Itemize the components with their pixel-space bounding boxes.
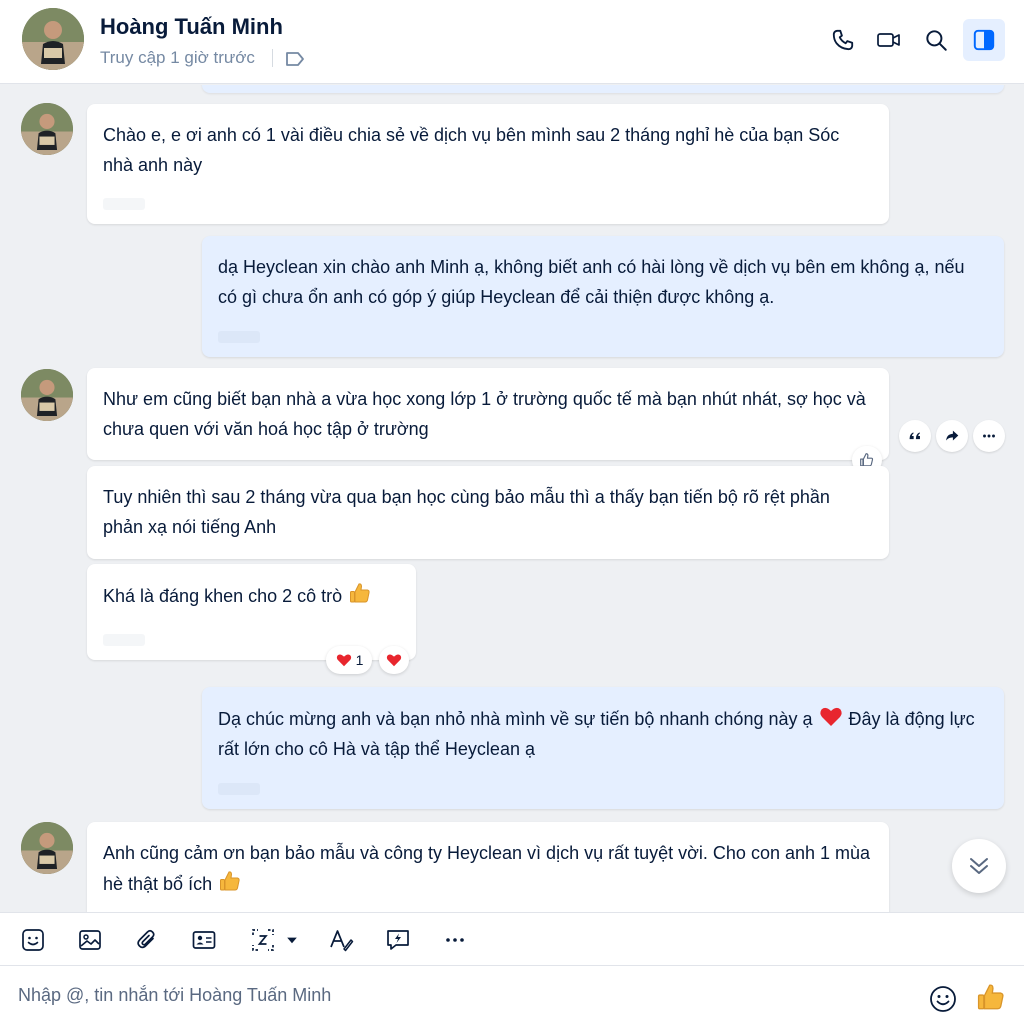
phone-icon[interactable] [822, 19, 864, 61]
more-icon [983, 434, 995, 438]
message-text: Tuy nhiên thì sau 2 tháng vừa qua bạn họ… [103, 487, 830, 537]
sticker-icon[interactable] [18, 925, 48, 955]
send-like-button[interactable] [974, 980, 1008, 1014]
image-icon[interactable] [75, 925, 105, 955]
message-timestamp [103, 198, 145, 210]
message-composer [0, 966, 1024, 1024]
more-options-button[interactable] [973, 420, 1005, 452]
tag-icon[interactable] [284, 49, 306, 69]
reaction-count: 1 [355, 652, 364, 668]
message-text: Khá là đáng khen cho 2 cô trò [103, 586, 343, 606]
message-timestamp [103, 634, 145, 646]
previous-message-bubble [202, 85, 1004, 93]
quote-icon [909, 432, 920, 440]
my-message-bubble[interactable]: dạ Heyclean xin chào anh Minh ạ, không b… [202, 236, 1004, 357]
header-divider [272, 49, 273, 67]
message-bubble[interactable]: Khá là đáng khen cho 2 cô trò [87, 564, 416, 660]
contact-last-seen: Truy cập 1 giờ trước [100, 48, 255, 67]
more-icon[interactable] [440, 925, 470, 955]
message-timestamp [218, 783, 260, 795]
message-content: Dạ chúc mừng anh và bạn nhỏ nhà mình về … [218, 703, 988, 764]
text-format-icon[interactable] [326, 925, 356, 955]
heart-emoji-icon [819, 707, 842, 726]
heart-reaction-button[interactable] [379, 646, 409, 674]
scroll-to-bottom-button[interactable] [952, 839, 1006, 893]
composer-toolbar [0, 912, 1024, 966]
message-bubble[interactable]: Anh cũng cảm ơn bạn bảo mẫu và công ty H… [87, 822, 889, 912]
sidebar-toggle-icon[interactable] [963, 19, 1005, 61]
contact-name[interactable]: Hoàng Tuấn Minh [100, 14, 283, 40]
sender-avatar[interactable] [21, 103, 73, 155]
caret-down-icon [287, 937, 297, 944]
message-text: Như em cũng biết bạn nhà a vừa học xong … [103, 389, 866, 439]
thumbs-up-emoji-icon [977, 984, 1004, 1010]
my-message-bubble[interactable]: Dạ chúc mừng anh và bạn nhỏ nhà mình về … [202, 687, 1004, 809]
forward-button[interactable] [936, 420, 968, 452]
search-icon[interactable] [915, 19, 957, 61]
message-text: Dạ chúc mừng anh và bạn nhỏ nhà mình về … [218, 709, 813, 729]
message-bubble[interactable]: Như em cũng biết bạn nhà a vừa học xong … [87, 368, 889, 460]
quick-message-icon[interactable] [383, 925, 413, 955]
emoji-picker-icon[interactable] [928, 984, 958, 1014]
heart-icon [386, 654, 402, 667]
forward-icon [946, 430, 959, 441]
message-input[interactable] [18, 980, 898, 1010]
message-content: Anh cũng cảm ơn bạn bảo mẫu và công ty H… [103, 838, 873, 899]
message-bubble[interactable]: Chào e, e ơi anh có 1 vài điều chia sẻ v… [87, 104, 889, 224]
sender-avatar[interactable] [21, 822, 73, 874]
message-list[interactable]: Chào e, e ơi anh có 1 vài điều chia sẻ v… [0, 85, 1024, 912]
quote-reply-button[interactable] [899, 420, 931, 452]
contact-avatar[interactable] [22, 8, 84, 70]
thumbs-up-emoji-icon [220, 871, 240, 891]
message-text: Chào e, e ơi anh có 1 vài điều chia sẻ v… [103, 125, 840, 175]
chat-header: Hoàng Tuấn Minh Truy cập 1 giờ trước [0, 0, 1024, 84]
message-timestamp [218, 331, 260, 343]
thumbs-up-emoji-icon [350, 583, 370, 603]
screenshot-icon[interactable] [248, 925, 278, 955]
sender-avatar[interactable] [21, 369, 73, 421]
message-text: dạ Heyclean xin chào anh Minh ạ, không b… [218, 257, 965, 307]
double-chevron-down-icon [970, 858, 988, 874]
message-content: Khá là đáng khen cho 2 cô trò [103, 580, 400, 611]
contact-card-icon[interactable] [189, 925, 219, 955]
heart-icon [336, 654, 351, 667]
screenshot-options-dropdown[interactable] [282, 925, 302, 955]
video-call-icon[interactable] [868, 19, 910, 61]
reaction-summary[interactable]: 1 [326, 646, 372, 674]
message-bubble[interactable]: Tuy nhiên thì sau 2 tháng vừa qua bạn họ… [87, 466, 889, 559]
attachment-icon[interactable] [132, 925, 162, 955]
